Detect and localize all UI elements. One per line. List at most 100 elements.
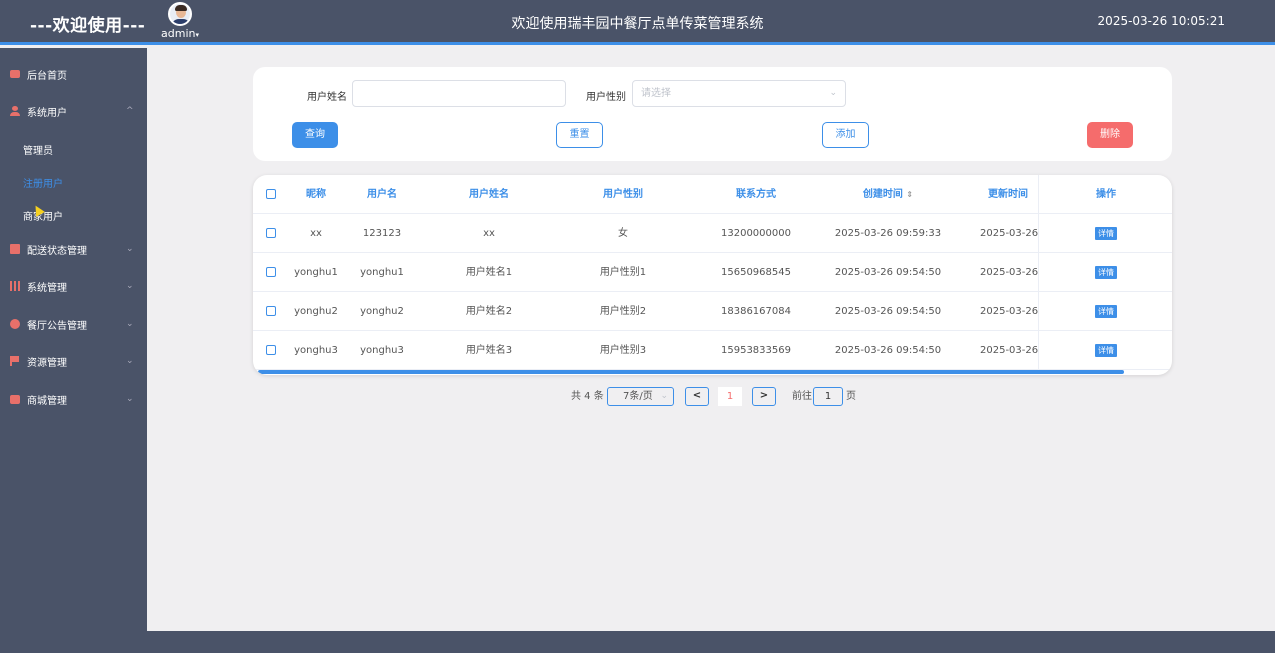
- users-table: 昵称 用户名 用户姓名 用户性别 联系方式 创建时间 ⇕ 更新时间 xx 123…: [253, 175, 1172, 375]
- search-panel: 用户姓名 用户性别 请选择 ⌄ 查询 重置 添加 删除: [253, 67, 1172, 161]
- cell-username: 123123: [362, 228, 402, 239]
- cell-updated-at: 2025-03-26 09: [980, 267, 1038, 278]
- cell-nickname: xx: [310, 228, 322, 239]
- header-contact[interactable]: 联系方式: [706, 175, 806, 214]
- sidebar-item-label: 系统用户: [27, 107, 67, 119]
- table-row: yonghu1 yonghu1 用户姓名1 用户性别1 15650968545 …: [253, 253, 1172, 292]
- actions-header-row: 操作: [1039, 175, 1172, 214]
- add-button[interactable]: 添加: [822, 122, 869, 148]
- cell-contact: 13200000000: [721, 228, 791, 239]
- sidebar-item-dashboard[interactable]: 后台首页: [0, 64, 147, 84]
- actions-row: 详情: [1039, 214, 1172, 253]
- pagination-total: 共 4 条: [571, 391, 604, 402]
- shop-icon: [10, 394, 20, 404]
- header-real-name[interactable]: 用户姓名: [439, 175, 539, 214]
- sidebar-item-label: 资源管理: [27, 357, 67, 369]
- cell-real-name: 用户姓名1: [465, 267, 513, 278]
- cell-gender: 女: [618, 228, 628, 239]
- page-suffix: 页: [846, 391, 856, 402]
- name-input[interactable]: [352, 80, 566, 107]
- table-header-row: 昵称 用户名 用户姓名 用户性别 联系方式 创建时间 ⇕ 更新时间: [253, 175, 1172, 214]
- sidebar-item-system-management[interactable]: 系统管理 ⌄: [0, 276, 147, 296]
- header-created-at[interactable]: 创建时间 ⇕: [833, 175, 943, 214]
- sidebar-item-resources[interactable]: 资源管理 ⌄: [0, 351, 147, 371]
- sidebar-subitem-registered-users[interactable]: 注册用户: [23, 175, 63, 190]
- reset-button[interactable]: 重置: [556, 122, 603, 148]
- detail-button[interactable]: 详情: [1095, 266, 1117, 279]
- cell-real-name: xx: [483, 228, 495, 239]
- delete-button[interactable]: 删除: [1087, 122, 1133, 148]
- sidebar-item-label: 商城管理: [27, 395, 67, 407]
- row-checkbox[interactable]: [266, 306, 276, 316]
- cell-gender: 用户性别2: [599, 306, 647, 317]
- header-username[interactable]: 用户名: [357, 175, 407, 214]
- chevron-down-icon: ⌄: [660, 391, 668, 401]
- detail-button[interactable]: 详情: [1095, 305, 1117, 318]
- next-page-button[interactable]: >: [752, 387, 776, 406]
- cell-username: yonghu1: [360, 267, 404, 278]
- goto-label: 前往: [792, 391, 812, 402]
- top-header: ---欢迎使用--- admin▾ 欢迎使用瑞丰园中餐厅点单传菜管理系统 202…: [0, 0, 1275, 45]
- row-checkbox[interactable]: [266, 345, 276, 355]
- cell-created-at: 2025-03-26 09:54:50: [834, 306, 942, 317]
- cell-real-name: 用户姓名2: [465, 306, 513, 317]
- chevron-down-icon: ⌄: [126, 356, 134, 366]
- chevron-down-icon: ⌄: [126, 281, 134, 291]
- sidebar-item-label: 后台首页: [27, 70, 67, 82]
- row-checkbox[interactable]: [266, 228, 276, 238]
- detail-button[interactable]: 详情: [1095, 344, 1117, 357]
- cell-gender: 用户性别3: [599, 345, 647, 356]
- sidebar-item-shop[interactable]: 商城管理 ⌄: [0, 389, 147, 409]
- gender-select[interactable]: 请选择 ⌄: [632, 80, 846, 107]
- header-updated-at[interactable]: 更新时间: [978, 175, 1038, 214]
- select-all-checkbox[interactable]: [266, 189, 276, 199]
- cell-nickname: yonghu2: [294, 306, 338, 317]
- gender-select-placeholder: 请选择: [641, 88, 671, 99]
- sidebar-item-announcements[interactable]: 餐厅公告管理 ⌄: [0, 314, 147, 334]
- detail-button[interactable]: 详情: [1095, 227, 1117, 240]
- chevron-down-icon: ⌄: [829, 88, 837, 98]
- cell-nickname: yonghu3: [294, 345, 338, 356]
- cell-nickname: yonghu1: [294, 267, 338, 278]
- chart-icon: [10, 244, 20, 254]
- cell-gender: 用户性别1: [599, 267, 647, 278]
- user-icon: [10, 106, 20, 116]
- goto-page-input[interactable]: 1: [813, 387, 843, 406]
- prev-page-button[interactable]: <: [685, 387, 709, 406]
- header-gender[interactable]: 用户性别: [573, 175, 673, 214]
- sidebar-subitem-admin[interactable]: 管理员: [23, 142, 53, 157]
- sort-icon[interactable]: ⇕: [906, 190, 913, 199]
- alert-icon: [10, 319, 20, 329]
- header-created-at-label: 创建时间: [862, 189, 903, 200]
- table-row: yonghu2 yonghu2 用户姓名2 用户性别2 18386167084 …: [253, 292, 1172, 331]
- header-nickname[interactable]: 昵称: [291, 175, 341, 214]
- horizontal-scrollbar[interactable]: [258, 370, 1124, 374]
- table-row: xx 123123 xx 女 13200000000 2025-03-26 09…: [253, 214, 1172, 253]
- page-number-1[interactable]: 1: [718, 387, 742, 406]
- system-title: 欢迎使用瑞丰园中餐厅点单传菜管理系统: [511, 16, 764, 32]
- header-actions: 操作: [1096, 189, 1116, 200]
- row-checkbox[interactable]: [266, 267, 276, 277]
- chevron-up-icon: ^: [126, 106, 134, 116]
- flag-icon: [10, 356, 20, 366]
- cell-created-at: 2025-03-26 09:54:50: [834, 345, 942, 356]
- sidebar-item-system-users[interactable]: 系统用户 ^: [0, 101, 147, 121]
- bar-chart-icon: [10, 281, 20, 291]
- monitor-icon: [10, 70, 20, 78]
- cell-updated-at: 2025-03-26 09: [980, 306, 1038, 317]
- cell-contact: 18386167084: [721, 306, 791, 317]
- query-button[interactable]: 查询: [292, 122, 338, 148]
- footer-bar: [0, 631, 1275, 653]
- clock: 2025-03-26 10:05:21: [1097, 14, 1225, 28]
- page-size-select[interactable]: 7条/页 ⌄: [607, 387, 674, 406]
- actions-row: 详情: [1039, 253, 1172, 292]
- cell-updated-at: 2025-03-26 09: [980, 228, 1038, 239]
- actions-column: 操作 详情 详情 详情 详情: [1038, 175, 1172, 370]
- sidebar-item-delivery-status[interactable]: 配送状态管理 ⌄: [0, 239, 147, 259]
- chevron-down-icon: ⌄: [126, 319, 134, 329]
- table-row: yonghu3 yonghu3 用户姓名3 用户性别3 15953833569 …: [253, 331, 1172, 370]
- cell-created-at: 2025-03-26 09:54:50: [834, 267, 942, 278]
- cell-updated-at: 2025-03-26 09: [980, 345, 1038, 356]
- gender-label: 用户性别: [586, 92, 626, 103]
- cell-username: yonghu3: [360, 345, 404, 356]
